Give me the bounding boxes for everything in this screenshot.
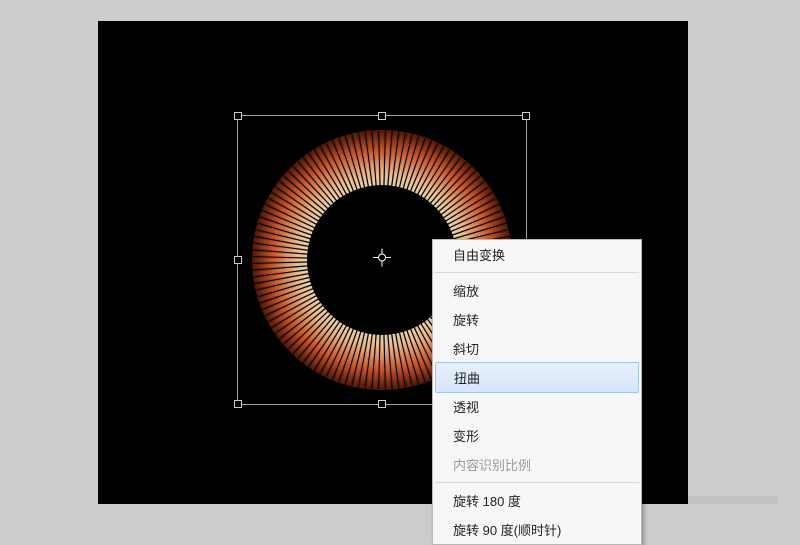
menu-free-transform[interactable]: 自由变换 [433, 240, 641, 269]
transform-handle-tl[interactable] [234, 112, 242, 120]
menu-distort[interactable]: 扭曲 [435, 362, 639, 393]
menu-separator [435, 482, 639, 483]
transform-handle-bm[interactable] [378, 400, 386, 408]
transform-handle-ml[interactable] [234, 256, 242, 264]
transform-handle-bl[interactable] [234, 400, 242, 408]
menu-scale[interactable]: 缩放 [433, 276, 641, 305]
canvas-shadow [688, 496, 778, 504]
menu-skew[interactable]: 斜切 [433, 334, 641, 363]
menu-rotate-90-cw[interactable]: 旋转 90 度(顺时针) [433, 515, 641, 544]
transform-center-icon [373, 249, 391, 272]
transform-context-menu: 自由变换 缩放 旋转 斜切 扭曲 透视 变形 内容识别比例 旋转 180 度 旋… [432, 239, 642, 545]
menu-separator [435, 272, 639, 273]
menu-rotate[interactable]: 旋转 [433, 305, 641, 334]
menu-rotate-180[interactable]: 旋转 180 度 [433, 486, 641, 515]
transform-handle-tr[interactable] [522, 112, 530, 120]
transform-handle-tm[interactable] [378, 112, 386, 120]
menu-content-aware-scale: 内容识别比例 [433, 450, 641, 479]
menu-perspective[interactable]: 透视 [433, 392, 641, 421]
menu-warp[interactable]: 变形 [433, 421, 641, 450]
